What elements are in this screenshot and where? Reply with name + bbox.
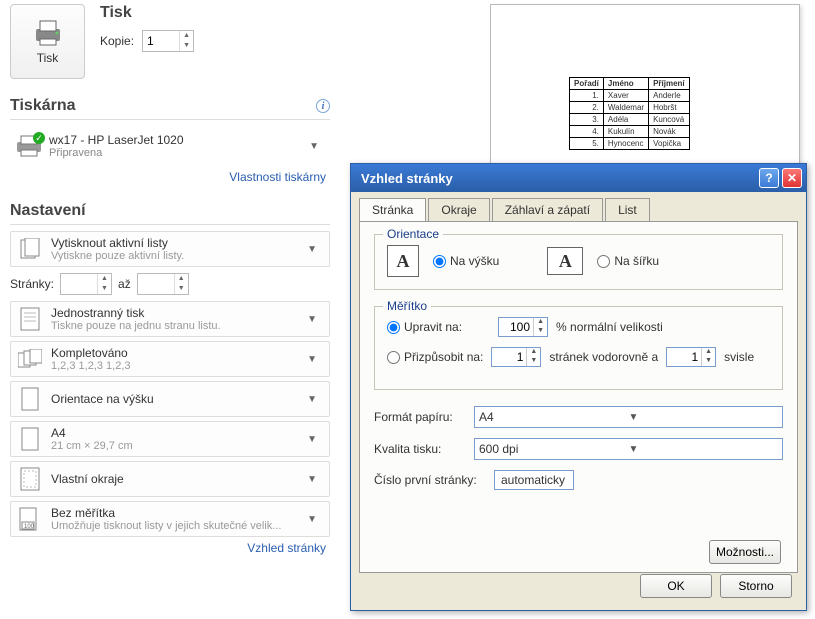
info-icon[interactable]: i: [316, 99, 330, 113]
pages-to-input[interactable]: [138, 274, 174, 294]
scale-icon: 100: [17, 506, 43, 532]
check-icon: ✓: [33, 132, 45, 144]
landscape-preview-icon: A: [547, 247, 583, 275]
copies-input[interactable]: [143, 31, 179, 51]
chevron-down-icon: ▼: [301, 314, 323, 325]
orientation-group: Orientace A Na výšku A Na šířku: [374, 234, 783, 290]
dialog-title: Vzhled stránky: [355, 171, 756, 186]
chevron-down-icon: ▼: [301, 354, 323, 365]
print-quality-combo[interactable]: 600 dpi▼: [474, 438, 783, 460]
help-button[interactable]: ?: [759, 168, 779, 188]
sheets-icon: [17, 236, 43, 262]
table-row: 3.AdélaKuncová: [570, 114, 690, 126]
page-size-icon: [17, 426, 43, 452]
tab-header-footer[interactable]: Záhlaví a zápatí: [492, 198, 603, 221]
chevron-down-icon: ▼: [301, 244, 323, 255]
printer-device-icon: ✓: [15, 134, 43, 158]
chevron-down-icon: ▼: [301, 394, 323, 405]
paper-format-label: Formát papíru:: [374, 410, 474, 424]
copies-spinner[interactable]: ▲▼: [142, 30, 194, 52]
table-row: 1.XaverAnderle: [570, 90, 690, 102]
table-header: Jméno: [603, 78, 648, 90]
pages-from-spinner[interactable]: ▲▼: [60, 273, 112, 295]
chevron-down-icon: ▼: [301, 474, 323, 485]
paper-format-combo[interactable]: A4▼: [474, 406, 783, 428]
printer-properties-link[interactable]: Vlastnosti tiskárny: [10, 170, 326, 184]
printer-heading: Tiskárna: [10, 97, 76, 115]
chevron-down-icon: ▼: [301, 434, 323, 445]
page-setup-dialog: Vzhled stránky ? ✕ Stránka Okraje Záhlav…: [350, 163, 807, 611]
chevron-down-icon[interactable]: ▼: [179, 41, 193, 51]
tab-margins[interactable]: Okraje: [428, 198, 489, 221]
table-header: Pořadí: [570, 78, 604, 90]
option-margins[interactable]: Vlastní okraje ▼: [10, 461, 330, 497]
ok-button[interactable]: OK: [640, 574, 712, 598]
chevron-down-icon: ▼: [629, 412, 779, 423]
fit-width-spinner[interactable]: ▲▼: [491, 347, 541, 367]
portrait-preview-icon: A: [387, 245, 419, 277]
chevron-down-icon: ▼: [301, 514, 323, 525]
tab-page[interactable]: Stránka: [359, 198, 426, 221]
print-button-label: Tisk: [37, 51, 59, 65]
adjust-radio[interactable]: Upravit na:: [387, 320, 462, 334]
option-print-active[interactable]: Vytisknout aktivní listyVytiskne pouze a…: [10, 231, 330, 267]
chevron-up-icon[interactable]: ▲: [179, 31, 193, 41]
collate-icon: [17, 346, 43, 372]
table-row: 5.HynocencVopička: [570, 138, 690, 150]
print-quality-label: Kvalita tisku:: [374, 442, 474, 456]
option-paper-size[interactable]: A421 cm × 29,7 cm ▼: [10, 421, 330, 457]
print-title: Tisk: [100, 4, 194, 22]
close-button[interactable]: ✕: [782, 168, 802, 188]
printer-icon: [32, 19, 64, 47]
table-row: 2.WaldemarHobršt: [570, 102, 690, 114]
pages-to-label: až: [118, 277, 131, 291]
dialog-titlebar[interactable]: Vzhled stránky ? ✕: [351, 164, 806, 192]
pages-from-input[interactable]: [61, 274, 97, 294]
portrait-radio[interactable]: Na výšku: [433, 254, 499, 268]
option-one-sided[interactable]: Jednostranný tiskTiskne pouze na jednu s…: [10, 301, 330, 337]
printer-selector[interactable]: ✓ wx17 - HP LaserJet 1020 Připravena ▼: [10, 126, 330, 166]
options-button[interactable]: Možnosti...: [709, 540, 781, 564]
table-row: 4.KukulínNovák: [570, 126, 690, 138]
cancel-button[interactable]: Storno: [720, 574, 792, 598]
printer-status: Připravena: [49, 147, 303, 159]
scale-group: Měřítko Upravit na: ▲▼ % normální veliko…: [374, 306, 783, 390]
chevron-down-icon: ▼: [629, 444, 779, 455]
opt-desc: Vytiskne pouze aktivní listy.: [51, 250, 301, 262]
first-page-label: Číslo první stránky:: [374, 473, 494, 487]
printer-name: wx17 - HP LaserJet 1020: [49, 133, 303, 147]
table-header: Příjmení: [649, 78, 690, 90]
chevron-down-icon: ▼: [303, 141, 325, 152]
option-collated[interactable]: Kompletováno1,2,3 1,2,3 1,2,3 ▼: [10, 341, 330, 377]
pages-to-spinner[interactable]: ▲▼: [137, 273, 189, 295]
option-no-scaling[interactable]: 100 Bez měřítkaUmožňuje tisknout listy v…: [10, 501, 330, 537]
fit-radio[interactable]: Přizpůsobit na:: [387, 350, 483, 364]
margins-icon: [17, 466, 43, 492]
tab-sheet[interactable]: List: [605, 198, 650, 221]
option-orientation[interactable]: Orientace na výšku ▼: [10, 381, 330, 417]
settings-heading: Nastavení: [10, 202, 86, 220]
first-page-field[interactable]: automaticky: [494, 470, 574, 490]
pages-label: Stránky:: [10, 277, 54, 291]
fit-height-spinner[interactable]: ▲▼: [666, 347, 716, 367]
svg-text:100: 100: [24, 524, 35, 530]
opt-title: Vytisknout aktivní listy: [51, 236, 301, 250]
preview-table: PořadíJménoPříjmení 1.XaverAnderle2.Wald…: [569, 77, 690, 150]
landscape-radio[interactable]: Na šířku: [597, 254, 659, 268]
page-icon: [17, 306, 43, 332]
print-button[interactable]: Tisk: [10, 4, 85, 79]
scale-percent-spinner[interactable]: ▲▼: [498, 317, 548, 337]
page-setup-link[interactable]: Vzhled stránky: [10, 541, 326, 555]
portrait-icon: [17, 386, 43, 412]
copies-label: Kopie:: [100, 34, 134, 48]
